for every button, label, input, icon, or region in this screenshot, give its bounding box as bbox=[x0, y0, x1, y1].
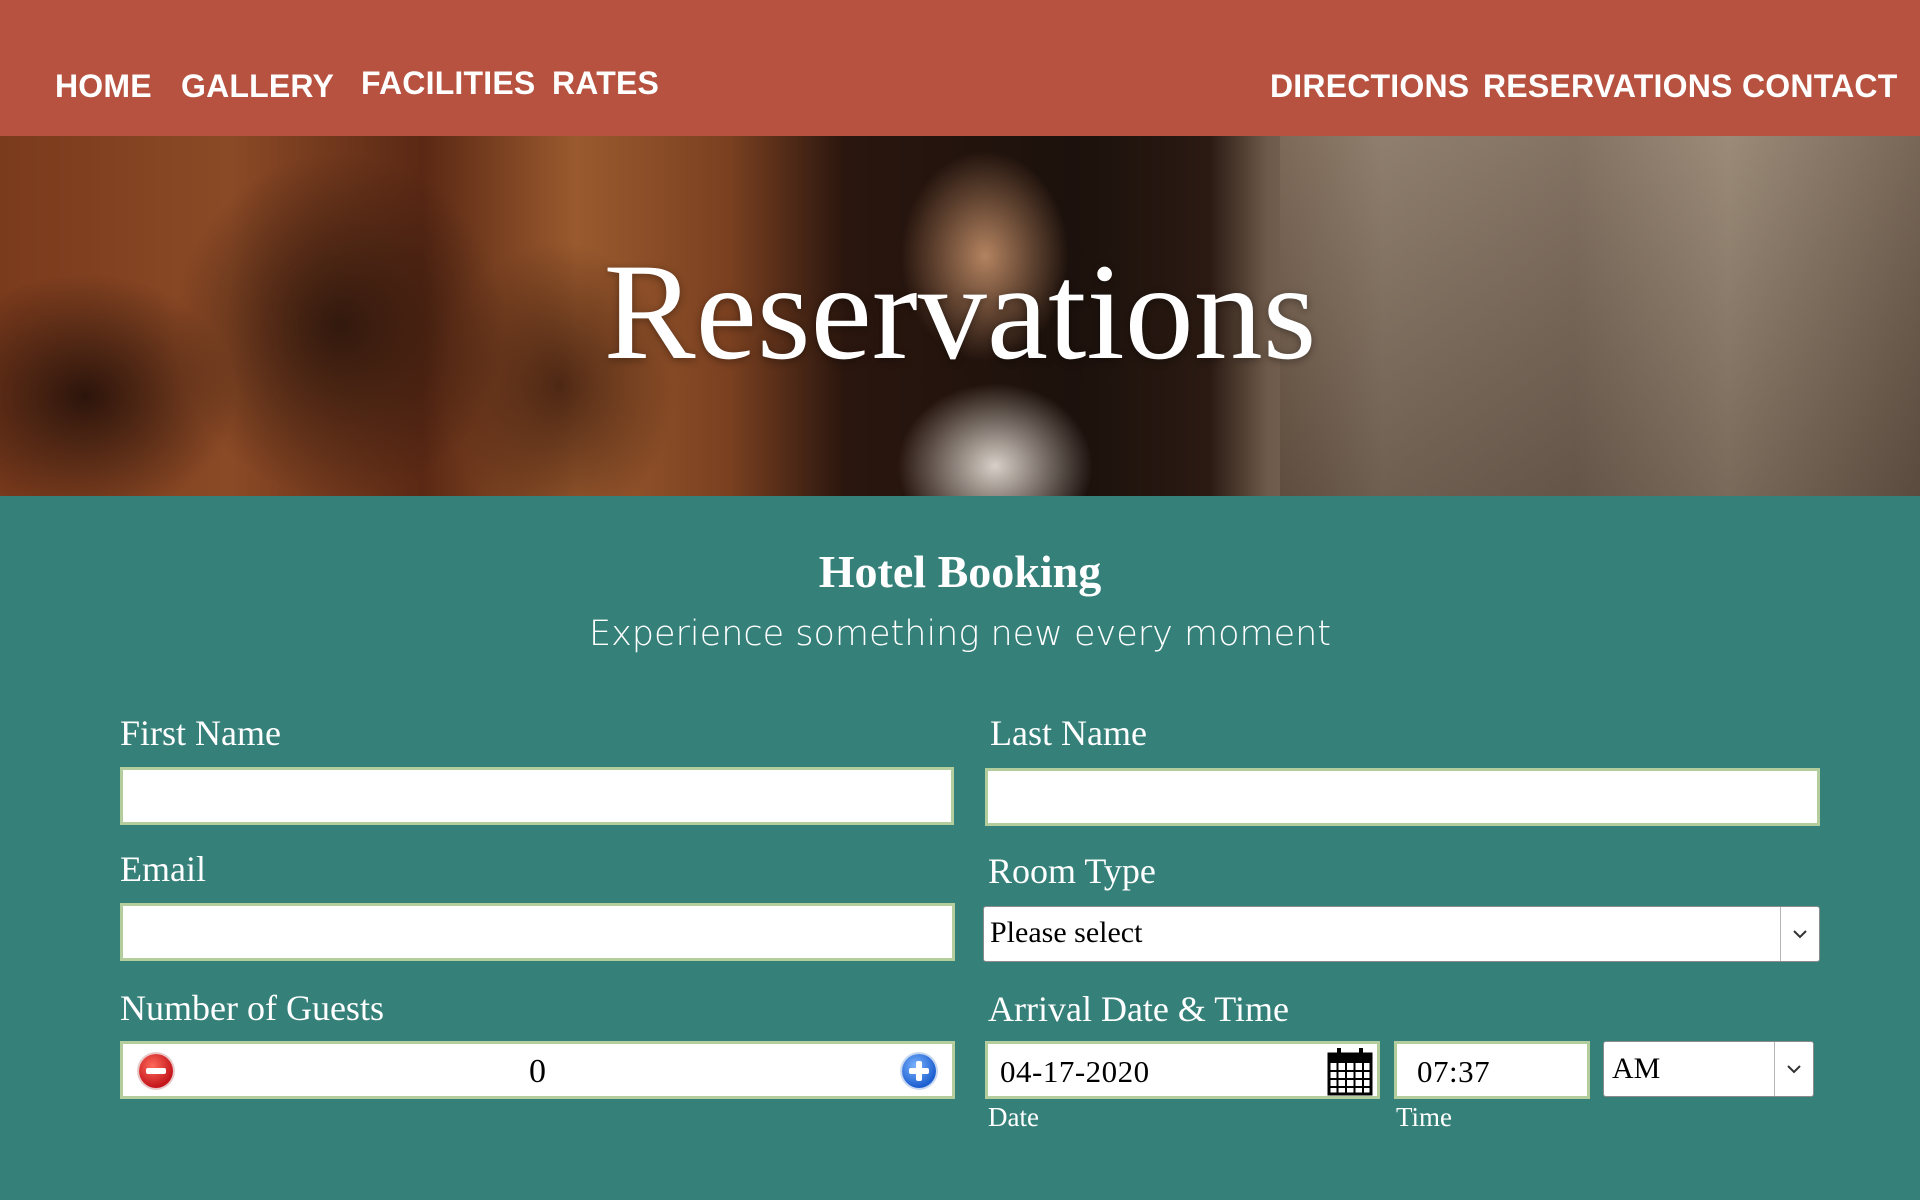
last-name-label: Last Name bbox=[990, 713, 1147, 753]
last-name-input[interactable] bbox=[985, 768, 1820, 826]
nav-gallery-link[interactable]: GALLERY bbox=[181, 68, 334, 105]
chevron-down-icon[interactable] bbox=[1774, 1042, 1813, 1096]
nav-home-link[interactable]: HOME bbox=[55, 68, 152, 105]
ampm-selected-value: AM bbox=[1612, 1052, 1661, 1085]
calendar-icon[interactable] bbox=[1325, 1046, 1375, 1098]
date-caption: Date bbox=[988, 1102, 1039, 1132]
booking-subtitle: Experience something new every moment bbox=[588, 614, 1332, 654]
nav-contact-link[interactable]: CONTACT bbox=[1742, 68, 1897, 105]
arrival-date-value: 04-17-2020 bbox=[1000, 1054, 1150, 1089]
email-label: Email bbox=[120, 849, 206, 889]
arrival-time-value: 07:37 bbox=[1417, 1054, 1491, 1089]
top-navigation: HOME GALLERY FACILITIES RATES DIRECTIONS… bbox=[0, 0, 1920, 136]
room-type-select[interactable]: Please select bbox=[983, 906, 1820, 962]
arrival-time-field[interactable]: 07:37 bbox=[1394, 1041, 1590, 1099]
nav-reservations-link[interactable]: RESERVATIONS bbox=[1483, 68, 1733, 105]
time-caption: Time bbox=[1396, 1102, 1453, 1132]
hero-title: Reservations bbox=[603, 235, 1317, 388]
first-name-input[interactable] bbox=[120, 767, 954, 825]
guests-value[interactable]: 0 bbox=[123, 1053, 952, 1091]
nav-directions-link[interactable]: DIRECTIONS bbox=[1270, 68, 1469, 105]
arrival-date-field[interactable]: 04-17-2020 bbox=[985, 1041, 1380, 1099]
arrival-label: Arrival Date & Time bbox=[988, 989, 1289, 1029]
room-type-label: Room Type bbox=[988, 851, 1156, 891]
email-input[interactable] bbox=[120, 903, 955, 961]
guests-stepper: 0 bbox=[120, 1041, 955, 1099]
first-name-label: First Name bbox=[120, 713, 281, 753]
plus-circle-icon[interactable] bbox=[902, 1054, 936, 1088]
ampm-select[interactable]: AM bbox=[1603, 1041, 1814, 1097]
hero-banner: Reservations bbox=[0, 136, 1920, 496]
guests-label: Number of Guests bbox=[120, 988, 384, 1028]
chevron-down-icon[interactable] bbox=[1780, 907, 1819, 961]
nav-facilities-link[interactable]: FACILITIES bbox=[361, 65, 535, 102]
booking-title: Hotel Booking bbox=[818, 546, 1102, 597]
nav-rates-link[interactable]: RATES bbox=[552, 65, 659, 102]
room-type-selected-value: Please select bbox=[990, 916, 1143, 949]
